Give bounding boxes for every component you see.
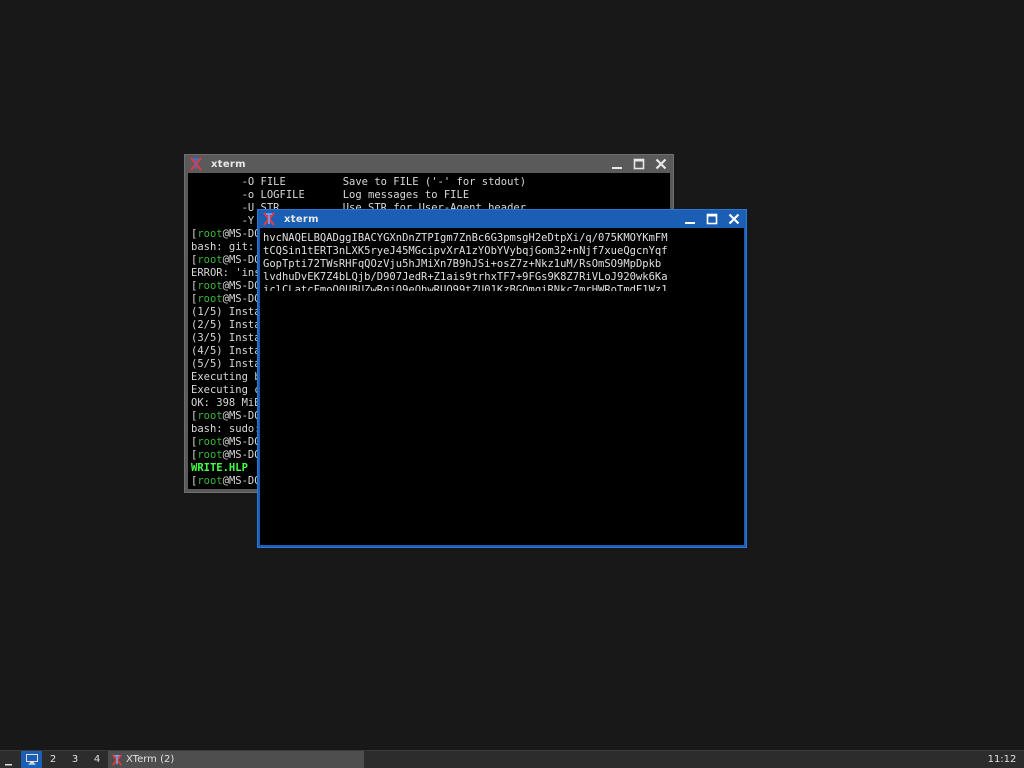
xterm-icon	[189, 157, 203, 171]
xterm-icon	[111, 753, 123, 766]
terminal-line: -o LOGFILE Log messages to FILE	[191, 189, 470, 201]
prompt-user: root	[197, 254, 223, 266]
desktop-1-button[interactable]	[21, 751, 42, 768]
close-icon[interactable]	[726, 211, 742, 227]
prompt-user: root	[197, 475, 223, 487]
task-label: XTerm (2)	[126, 754, 175, 765]
clock: 11:12	[987, 754, 1017, 765]
prompt-user: root	[197, 436, 223, 448]
desktop[interactable]: xterm -O FILE Save to FILE ('-' for stdo…	[0, 0, 1024, 750]
prompt-user: root	[197, 410, 223, 422]
menu-underscore-icon[interactable]	[4, 751, 14, 768]
taskbar: 2 3 4 XTerm (2) 11:12	[0, 750, 1024, 768]
terminal-line: hvcNAQELBQADggIBACYGXnDnZTPIgm7ZnBc6G3pm…	[263, 232, 668, 244]
prompt-user: root	[197, 280, 223, 292]
terminal-output[interactable]: hvcNAQELBQADggIBACYGXnDnZTPIgm7ZnBc6G3pm…	[260, 228, 744, 545]
taskbar-task-xterm[interactable]: XTerm (2)	[108, 751, 364, 768]
maximize-icon[interactable]	[704, 211, 720, 227]
desktop-2-button[interactable]: 2	[44, 751, 62, 768]
terminal-line: -O FILE Save to FILE ('-' for stdout)	[191, 176, 527, 188]
minimize-icon[interactable]	[609, 156, 625, 172]
xterm-icon	[262, 212, 276, 226]
monitor-icon	[25, 754, 38, 765]
prompt-user: root	[197, 449, 223, 461]
maximize-icon[interactable]	[631, 156, 647, 172]
prompt-user: root	[197, 293, 223, 305]
titlebar[interactable]: xterm	[258, 210, 746, 228]
window-title: xterm	[284, 213, 319, 225]
terminal-line: iclCLatcFmoQ0UBUZwRqjQ9eQhwRUQ99tZU01KzB…	[263, 284, 668, 291]
desktop-3-button[interactable]: 3	[66, 751, 84, 768]
close-icon[interactable]	[653, 156, 669, 172]
titlebar[interactable]: xterm	[185, 155, 673, 173]
minimize-icon[interactable]	[682, 211, 698, 227]
desktop-4-button[interactable]: 4	[88, 751, 106, 768]
terminal-line: GopTpti72TWsRHFqQOzVju5hJMiXn7B9hJSi+osZ…	[263, 258, 662, 270]
prompt-user: root	[197, 228, 223, 240]
terminal-line: tCQSin1tERT3nLXK5ryeJ45MGcipvXrA1zYObYVy…	[263, 245, 668, 257]
xterm-window-front[interactable]: xterm hvcNAQELBQADggIBACYGXnDnZTPIgm7ZnB…	[257, 209, 747, 548]
terminal-line: lvdhuDvEK7Z4bLQjb/D907JedR+Z1ais9trhxTF7…	[263, 271, 668, 283]
window-title: xterm	[211, 158, 246, 170]
